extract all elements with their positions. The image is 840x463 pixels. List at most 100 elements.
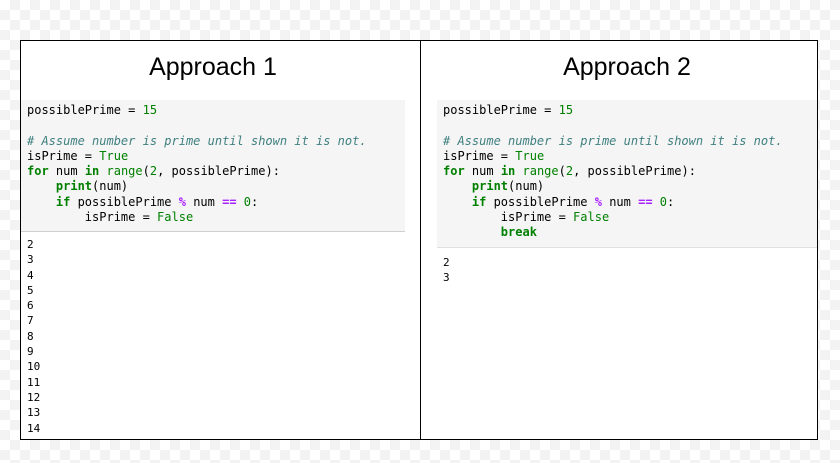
code-keyword: True <box>515 148 545 163</box>
code-keyword: for <box>443 164 465 179</box>
code-token: isPrime <box>27 148 78 163</box>
output-line: 8 <box>27 329 34 343</box>
code-token: possiblePrime <box>443 103 537 117</box>
code-line: if possiblePrime % num == 0: <box>443 195 813 210</box>
code-keyword: if <box>471 194 487 209</box>
output-line: 4 <box>27 268 34 282</box>
output-line: 11 <box>27 375 41 389</box>
code-token: isPrime <box>443 148 494 163</box>
code-number: 0 <box>243 194 252 209</box>
code-line: break <box>443 225 813 240</box>
code-token: possiblePrime <box>27 103 121 117</box>
output-line: 2 <box>443 256 450 269</box>
code-line: print(num) <box>443 179 813 194</box>
approach-2-code-cell[interactable]: possiblePrime = 15 # Assume number is pr… <box>437 100 817 248</box>
code-builtin: print <box>471 179 509 194</box>
code-token: : <box>251 194 259 209</box>
output-line: 6 <box>27 299 34 313</box>
code-token: = <box>77 148 100 163</box>
output-line: 10 <box>27 360 41 374</box>
code-token: (num) <box>92 179 129 194</box>
output-line: 9 <box>27 345 34 359</box>
code-token: ( <box>142 164 150 179</box>
code-token: possiblePrime <box>486 194 595 209</box>
output-line: 5 <box>27 283 34 297</box>
approach-2-panel: Approach 2 possiblePrime = 15 # Assume n… <box>437 41 817 439</box>
code-builtin: range <box>522 164 559 179</box>
code-token: possiblePrime <box>70 194 179 209</box>
code-token: = <box>120 103 143 117</box>
code-line: possiblePrime = 15 <box>27 103 401 118</box>
code-operator: % <box>178 194 186 209</box>
code-token: ( <box>558 164 566 179</box>
comparison-frame: Approach 1 possiblePrime = 15 # Assume n… <box>20 40 818 440</box>
code-line: isPrime = True <box>443 149 813 164</box>
panel-divider <box>420 41 421 439</box>
code-builtin: range <box>106 164 143 179</box>
code-number: 15 <box>142 103 158 117</box>
code-token: = <box>536 103 559 117</box>
code-token: = <box>493 148 516 163</box>
output-line: 14 <box>27 421 41 435</box>
code-keyword: for <box>27 164 49 179</box>
code-token: , possiblePrime): <box>157 164 280 179</box>
code-operator: == <box>638 194 653 209</box>
code-token: : <box>667 194 675 209</box>
code-line: for num in range(2, possiblePrime): <box>443 164 813 179</box>
code-token: (num) <box>508 179 545 194</box>
code-keyword: in <box>84 164 100 179</box>
code-token: num <box>48 164 85 179</box>
code-number: 0 <box>659 194 668 209</box>
code-keyword: False <box>573 210 610 225</box>
code-line: for num in range(2, possiblePrime): <box>27 164 401 179</box>
code-token: isPrime = <box>84 210 158 225</box>
code-comment: # Assume number is prime until shown it … <box>443 133 783 148</box>
code-number: 15 <box>558 103 574 117</box>
approach-1-panel: Approach 1 possiblePrime = 15 # Assume n… <box>21 41 405 439</box>
code-token: isPrime = <box>500 210 574 225</box>
code-keyword: break <box>500 225 537 240</box>
code-line: isPrime = False <box>443 210 813 225</box>
output-line: 7 <box>27 314 34 328</box>
output-line: 3 <box>443 271 450 285</box>
approach-1-title: Approach 1 <box>149 53 277 81</box>
code-builtin: print <box>55 179 93 194</box>
code-token: num <box>464 164 501 179</box>
approach-2-output: 23 <box>443 255 450 286</box>
code-keyword: in <box>500 164 516 179</box>
code-line: print(num) <box>27 179 401 194</box>
code-keyword: True <box>99 148 129 163</box>
output-line: 12 <box>27 390 41 404</box>
output-line: 2 <box>27 238 34 251</box>
code-token: num <box>185 194 223 209</box>
code-line: if possiblePrime % num == 0: <box>27 195 401 210</box>
code-token: num <box>601 194 639 209</box>
code-line: possiblePrime = 15 <box>443 103 813 118</box>
output-line: 13 <box>27 406 41 420</box>
code-operator: % <box>594 194 602 209</box>
code-number: 2 <box>149 164 158 179</box>
approach-1-output: 2 3 4 5 6 7 8 9 10 11 12 13 14 <box>27 237 40 436</box>
code-keyword: False <box>157 210 194 225</box>
approach-1-code-cell[interactable]: possiblePrime = 15 # Assume number is pr… <box>21 100 405 233</box>
code-number: 2 <box>565 164 574 179</box>
code-line: # Assume number is prime until shown it … <box>443 134 813 149</box>
code-comment: # Assume number is prime until shown it … <box>27 133 367 148</box>
code-operator: == <box>222 194 237 209</box>
code-keyword: if <box>55 194 71 209</box>
code-token: , possiblePrime): <box>573 164 696 179</box>
output-line: 3 <box>27 253 34 267</box>
code-line: # Assume number is prime until shown it … <box>27 134 401 149</box>
approach-2-title: Approach 2 <box>563 53 691 81</box>
